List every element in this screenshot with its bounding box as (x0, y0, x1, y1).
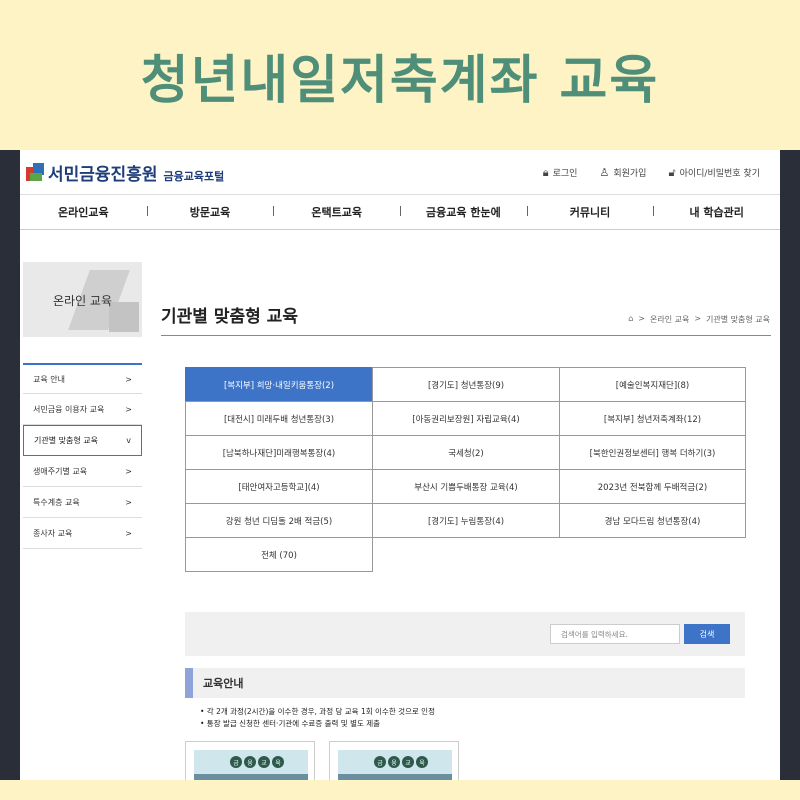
category-button[interactable]: 경남 모다드림 청년통장(4) (559, 503, 746, 538)
category-button[interactable]: [경기도] 청년통장(9) (372, 367, 560, 402)
category-button[interactable]: [대전시] 미래두배 청년통장(3) (185, 401, 373, 436)
chevron-right-icon: > (125, 374, 132, 384)
badge: 금 (230, 756, 242, 768)
sidebar-item-label: 기관별 맞춤형 교육 (34, 436, 98, 445)
guide-note: • 각 2개 과정(2시간)을 이수한 경우, 과정 당 교육 1회 이수한 것… (200, 707, 435, 716)
nav-visit-education[interactable]: 방문교육 (146, 204, 274, 220)
home-icon[interactable]: ⌂ (628, 314, 633, 325)
search-input[interactable]: 검색어를 입력하세요. (550, 624, 680, 644)
course-thumbnail[interactable]: 금융교육 (185, 741, 315, 780)
chevron-right-icon: > (125, 466, 132, 476)
main-navigation: 온라인교육 방문교육 온택트교육 금융교육 한눈에 커뮤니티 내 학습관리 (20, 194, 780, 230)
chevron-right-icon: > (125, 528, 132, 538)
category-grid: [복지부] 희망·내일키움통장(2) [경기도] 청년통장(9) [예술인복지재… (185, 367, 746, 572)
nav-online-education[interactable]: 온라인교육 (20, 204, 147, 220)
chevron-down-icon: v (126, 436, 131, 445)
thumbnail-badges: 금융교육 (230, 756, 284, 768)
signup-label: 회원가입 (613, 169, 647, 179)
sidebar-title: 온라인 교육 (52, 294, 112, 308)
search-button[interactable]: 검색 (684, 624, 730, 644)
breadcrumb: ⌂ > 온라인 교육 > 기관별 맞춤형 교육 (628, 314, 770, 325)
nav-my-learning[interactable]: 내 학습관리 (653, 204, 780, 220)
sidebar-menu: 교육 안내 > 서민금융 이용자 교육 > 기관별 맞춤형 교육 v 생애주기별 교육… (23, 363, 142, 549)
guide-heading: 교육안내 (185, 668, 745, 698)
sidebar-item-label: 서민금융 이용자 교육 (33, 404, 105, 414)
course-thumbnail[interactable]: 금융교육 (329, 741, 459, 780)
background-edge-right (780, 150, 800, 800)
category-button[interactable]: [복지부] 희망·내일키움통장(2) (185, 367, 373, 402)
login-link[interactable]: 🔒︎ 로그인 (543, 166, 578, 180)
nav-community[interactable]: 커뮤니티 (526, 204, 654, 220)
sidebar-item-user-education[interactable]: 서민금융 이용자 교육 > (23, 394, 142, 425)
sidebar-item-label: 교육 안내 (33, 374, 65, 384)
background-edge-left (0, 150, 20, 800)
thumbnail-badges: 금융교육 (374, 756, 428, 768)
lock-icon: 🔒︎ (542, 166, 549, 179)
category-button[interactable]: [예술인복지재단](8) (559, 367, 746, 402)
sidebar-item-label: 종사자 교육 (33, 528, 73, 538)
sidebar-item-label: 특수계층 교육 (33, 497, 80, 507)
category-button[interactable]: [경기도] 누림통장(4) (372, 503, 560, 538)
find-account-label: 아이디/비밀번호 찾기 (679, 169, 760, 179)
thumbnail-image: 금융교육 (338, 750, 452, 780)
nav-education-overview[interactable]: 금융교육 한눈에 (400, 204, 527, 220)
breadcrumb-separator: > (694, 314, 702, 323)
promo-banner: 청년내일저축계좌 교육 (0, 0, 800, 150)
page-title: 기관별 맞춤형 교육 (161, 307, 298, 327)
sidebar-item-label: 생애주기별 교육 (33, 466, 88, 476)
bottom-banner-strip (0, 780, 800, 800)
category-button[interactable]: [남북하나재단]미래행복통장(4) (185, 435, 373, 470)
user-plus-icon: ♙ (599, 166, 610, 179)
category-button[interactable]: 강원 청년 디딤돌 2배 적금(5) (185, 503, 373, 538)
category-button-all[interactable]: 전체 (70) (185, 537, 373, 572)
unlock-icon: 🔓︎ (668, 166, 676, 179)
utility-links: 🔒︎ 로그인 ♙ 회원가입 🔓︎ 아이디/비밀번호 찾기 (543, 166, 760, 180)
badge: 육 (416, 756, 428, 768)
search-area: 검색어를 입력하세요. 검색 (185, 612, 745, 656)
badge: 교 (258, 756, 270, 768)
website-screenshot: 서민금융진흥원 금융교육포털 🔒︎ 로그인 ♙ 회원가입 🔓︎ 아이디/비밀번호 찾기… (20, 150, 780, 780)
chevron-right-icon: > (125, 497, 132, 507)
logo-subtitle: 금융교육포털 (163, 169, 225, 183)
thumbnail-image: 금융교육 (194, 750, 308, 780)
logo-name: 서민금융진흥원 (48, 165, 158, 185)
chevron-right-icon: > (125, 404, 132, 414)
site-logo[interactable]: 서민금융진흥원 금융교육포털 (26, 160, 224, 185)
category-button[interactable]: [북한인권정보센터] 행복 더하기(3) (559, 435, 746, 470)
logo-mark-icon (26, 162, 44, 183)
badge: 육 (272, 756, 284, 768)
badge: 교 (402, 756, 414, 768)
sidebar-item-lifecycle-education[interactable]: 생애주기별 교육 > (23, 456, 142, 487)
category-button[interactable]: 국세청(2) (372, 435, 560, 470)
breadcrumb-separator: > (638, 314, 645, 323)
badge: 금 (374, 756, 386, 768)
category-button[interactable]: 부산시 기쁨두배통장 교육(4) (372, 469, 560, 504)
badge: 융 (388, 756, 400, 768)
signup-link[interactable]: ♙ 회원가입 (599, 166, 646, 180)
title-divider (161, 335, 771, 336)
banner-title: 청년내일저축계좌 교육 (140, 50, 660, 111)
breadcrumb-item[interactable]: 기관별 맞춤형 교육 (706, 314, 770, 325)
login-label: 로그인 (552, 169, 578, 179)
nav-ontact-education[interactable]: 온택트교육 (273, 204, 400, 220)
guide-note: • 통장 발급 신청한 센터·기관에 수료증 출력 및 별도 제출 (200, 719, 381, 728)
sidebar-item-worker-education[interactable]: 종사자 교육 > (23, 518, 142, 549)
top-bar: 서민금융진흥원 금융교육포털 🔒︎ 로그인 ♙ 회원가입 🔓︎ 아이디/비밀번호 찾기 (20, 150, 780, 194)
badge: 융 (244, 756, 256, 768)
breadcrumb-item[interactable]: 온라인 교육 (650, 314, 689, 325)
category-button[interactable]: [아동권리보장원] 자립교육(4) (372, 401, 560, 436)
sidebar-item-institution-education[interactable]: 기관별 맞춤형 교육 v (23, 425, 142, 456)
category-button[interactable]: [태안여자고등학교](4) (185, 469, 373, 504)
find-account-link[interactable]: 🔓︎ 아이디/비밀번호 찾기 (668, 166, 760, 180)
category-button[interactable]: [복지부] 청년저축계좌(12) (559, 401, 746, 436)
guide-notes: • 각 2개 과정(2시간)을 이수한 경우, 과정 당 교육 1회 이수한 것… (200, 706, 435, 730)
sidebar-item-special-education[interactable]: 특수계층 교육 > (23, 487, 142, 518)
sidebar-item-guide[interactable]: 교육 안내 > (23, 363, 142, 394)
category-button[interactable]: 2023년 전북함께 두배적금(2) (559, 469, 746, 504)
